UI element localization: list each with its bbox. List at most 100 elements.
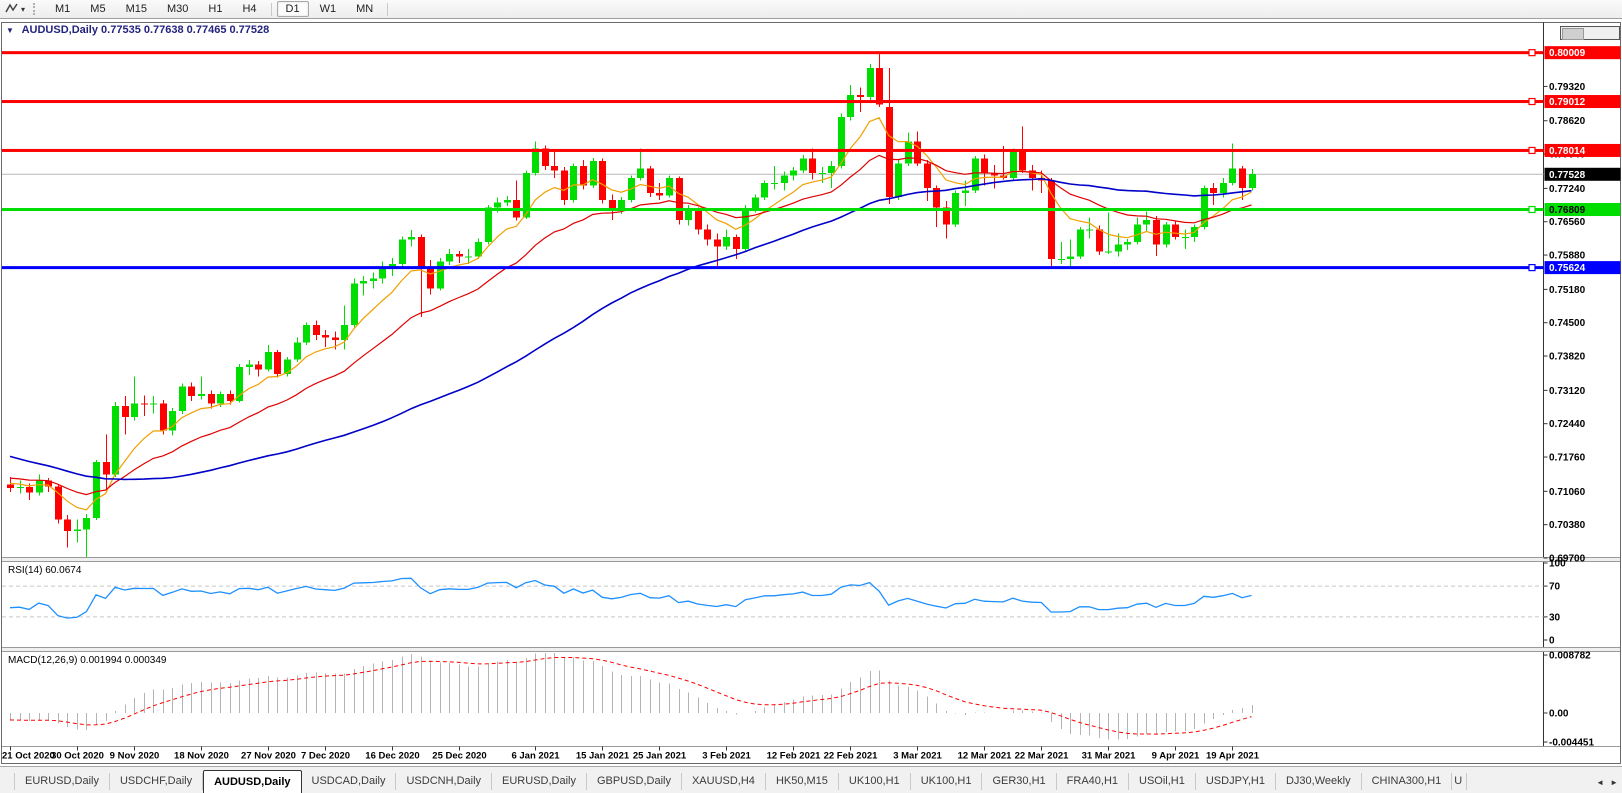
- candle-body: [399, 239, 406, 264]
- timeframe-button-m5[interactable]: M5: [81, 1, 114, 17]
- candle-body: [208, 393, 215, 404]
- rsi-scale-label: 0: [1549, 636, 1555, 647]
- candle-body: [17, 486, 24, 488]
- candle-body: [1163, 224, 1170, 245]
- chart-tab-eurusd-daily[interactable]: EURUSD,Daily: [14, 773, 110, 790]
- candle-body: [179, 386, 186, 411]
- candle-body: [685, 209, 692, 220]
- candle-body: [303, 325, 310, 343]
- candle-body: [122, 406, 129, 417]
- candle-body: [1058, 258, 1065, 260]
- macd-scale-label: -0.004451: [1549, 738, 1594, 749]
- candle-body: [857, 94, 864, 98]
- candle-body: [504, 200, 511, 203]
- hline-edge-marker: [1528, 264, 1536, 272]
- candle-body: [7, 484, 14, 488]
- mdi-horizontal-scrollbar[interactable]: [1560, 26, 1620, 40]
- hline-edge-marker: [1528, 97, 1536, 106]
- chart-tab-usdchf-daily[interactable]: USDCHF,Daily: [110, 773, 204, 790]
- price-tick-label: 0.72440: [1549, 419, 1586, 430]
- candle-body: [131, 403, 138, 417]
- candle-body: [1182, 236, 1189, 238]
- chart-tab-fra40-h1[interactable]: FRA40,H1: [1057, 773, 1130, 790]
- rsi-scale-label: 100: [1549, 559, 1566, 570]
- chart-tab-gbpusd-daily[interactable]: GBPUSD,Daily: [587, 773, 682, 790]
- date-label: 25 Jan 2021: [633, 751, 687, 762]
- toolbar-separator: [270, 2, 272, 16]
- candle-body: [551, 165, 558, 171]
- candle-body: [1010, 151, 1017, 179]
- chart-tab-u[interactable]: U: [1452, 773, 1468, 790]
- hline-edge-marker: [1528, 49, 1536, 57]
- timeframe-button-d1[interactable]: D1: [276, 1, 309, 17]
- candle-body: [150, 403, 157, 405]
- candle-body: [695, 209, 702, 230]
- chart-tab-china300-h1[interactable]: CHINA300,H1: [1362, 773, 1453, 790]
- panel-splitter: [2, 647, 1620, 652]
- chart-tab-usdcnh-daily[interactable]: USDCNH,Daily: [396, 773, 493, 790]
- hline-segment: [2, 208, 1544, 212]
- toolbar: ▾ M1 M5 M15 M30 H1 H4 D1 W1 MN: [0, 0, 1622, 18]
- timeframe-button-mn[interactable]: MN: [347, 1, 382, 17]
- candle-body: [1105, 251, 1112, 253]
- chart-tab-uk100-h1[interactable]: UK100,H1: [839, 773, 911, 790]
- date-label: 31 Mar 2021: [1082, 751, 1137, 762]
- chart-title: ▼ AUDUSD,Daily 0.77535 0.77638 0.77465 0…: [6, 24, 269, 36]
- timeframe-button-m1[interactable]: M1: [46, 1, 79, 17]
- timeframe-button-m15[interactable]: M15: [117, 1, 156, 17]
- chart-tab-usdjpy-h1[interactable]: USDJPY,H1: [1196, 773, 1276, 790]
- candle-body: [1124, 241, 1131, 245]
- chart-tab-usdcad-daily[interactable]: USDCAD,Daily: [302, 773, 397, 790]
- chart-symbol-label: AUDUSD,Daily: [21, 24, 98, 36]
- rsi-indicator-label: RSI(14) 60.0674: [8, 565, 82, 576]
- candle-body: [1239, 168, 1246, 188]
- timeframe-button-group: M1 M5 M15 M30 H1 H4 D1 W1 MN: [45, 1, 392, 17]
- crosshair-tool-icon[interactable]: [4, 2, 20, 16]
- chart-tab-eurusd-daily[interactable]: EURUSD,Daily: [492, 773, 587, 790]
- date-label: 6 Jan 2021: [511, 751, 560, 762]
- timeframe-button-h4[interactable]: H4: [233, 1, 265, 17]
- chart-tab-usoil-h1[interactable]: USOil,H1: [1129, 773, 1196, 790]
- tabs-scroll-right-icon[interactable]: ►: [1610, 778, 1618, 787]
- timeframe-button-m30[interactable]: M30: [158, 1, 197, 17]
- candle-body: [1210, 187, 1217, 193]
- candle-body: [198, 393, 205, 397]
- candle-body: [408, 236, 415, 240]
- hline-price-badge-label: 0.75624: [1549, 263, 1586, 274]
- candle-body: [570, 165, 577, 201]
- tabs-scroll-left-icon[interactable]: ◄: [1596, 778, 1604, 787]
- candle-body: [790, 170, 797, 176]
- chart-tab-uk100-h1[interactable]: UK100,H1: [911, 773, 983, 790]
- chart-menu-arrow-icon[interactable]: ▼: [6, 26, 14, 35]
- chart-canvas[interactable]: 0.793200.786200.779400.772400.765600.758…: [0, 0, 1622, 793]
- toolbar-dropdown-arrow-icon[interactable]: ▾: [21, 5, 25, 14]
- toolbar-separator: [387, 2, 389, 16]
- date-label: 15 Jan 2021: [576, 751, 630, 762]
- chart-tab-audusd-daily[interactable]: AUDUSD,Daily: [203, 770, 302, 793]
- chart-tab-hk50-m15[interactable]: HK50,M15: [766, 773, 839, 790]
- toolbar-grip[interactable]: [33, 3, 37, 15]
- date-label: 3 Mar 2021: [893, 751, 942, 762]
- candle-body: [74, 529, 81, 532]
- price-tick-label: 0.77240: [1549, 184, 1586, 195]
- candle-body: [781, 175, 788, 183]
- candle-body: [809, 158, 816, 174]
- chart-tab-dj30-weekly[interactable]: DJ30,Weekly: [1276, 773, 1362, 790]
- price-tick-label: 0.75180: [1549, 285, 1586, 296]
- hline-segment: [2, 51, 1544, 55]
- timeframe-button-w1[interactable]: W1: [311, 1, 346, 17]
- candle-body: [962, 190, 969, 193]
- date-label: 19 Apr 2021: [1206, 751, 1260, 762]
- candle-body: [656, 192, 663, 196]
- panel-splitter: [2, 557, 1620, 562]
- tab-scroll-controls: ◄ ►: [1590, 778, 1622, 793]
- candle-body: [456, 254, 463, 257]
- candle-body: [905, 141, 912, 164]
- candle-body: [886, 107, 893, 198]
- chart-tab-xauusd-h4[interactable]: XAUUSD,H4: [682, 773, 766, 790]
- chart-tab-ger30-h1[interactable]: GER30,H1: [982, 773, 1057, 790]
- timeframe-button-h1[interactable]: H1: [199, 1, 231, 17]
- hline-price-badge-label: 0.79012: [1549, 97, 1586, 108]
- hline-segment: [2, 100, 1544, 104]
- scrollbar-thumb[interactable]: [1562, 28, 1584, 40]
